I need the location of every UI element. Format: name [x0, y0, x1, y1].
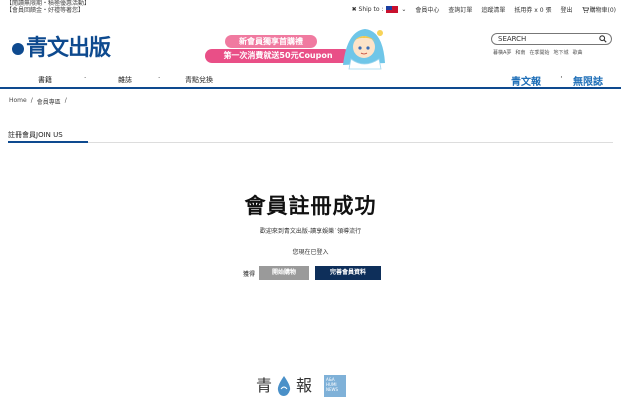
- taiwan-flag-icon: [386, 6, 399, 13]
- badge-line: NEWS: [326, 387, 339, 392]
- nav-item-books[interactable]: 書籍: [38, 75, 52, 85]
- search-icon[interactable]: [599, 35, 607, 43]
- banner-line-1: 新會員獨享首購禮: [225, 35, 317, 48]
- chevron-down-icon: ⌄: [401, 6, 407, 13]
- start-shopping-button[interactable]: 開始購物: [259, 266, 310, 280]
- search-placeholder: SEARCH: [498, 35, 527, 43]
- promo-banner[interactable]: 新會員獨享首購禮 第一次消費就送50元Coupon: [203, 25, 393, 71]
- site-header: 青文出版 新會員獨享首購禮 第一次消費就送50元Coupon SEARCH 暮橫…: [0, 22, 621, 72]
- water-drop-icon: [277, 376, 291, 396]
- nav-divider: ·: [158, 74, 161, 82]
- breadcrumb-separator: /: [30, 97, 33, 104]
- promo-line-1[interactable]: 【閱讀無限期・積極優惠活動】: [6, 0, 90, 7]
- news-badge: A&A HUMI NEWS: [324, 375, 347, 397]
- link-order-query[interactable]: 查詢訂單: [448, 5, 472, 14]
- action-row: 獲得 開始購物 完善會員資料: [243, 266, 382, 280]
- promo-line-2[interactable]: 【會員回饋金・好禮等著您】: [6, 7, 90, 14]
- top-links: ✖ Ship to : ⌄ 會員中心 查詢訂單 追蹤清單 抵用券 x 0 張 登…: [352, 5, 616, 14]
- search-tag[interactable]: 歌曲: [572, 49, 582, 56]
- search-tag[interactable]: 在季開始: [529, 49, 549, 56]
- banner-line-2: 第一次消費就送50元Coupon: [205, 49, 351, 63]
- breadcrumb-member-area[interactable]: 會員專區: [37, 97, 61, 106]
- footer-logo[interactable]: 青 報 A&A HUMI NEWS: [256, 375, 347, 397]
- search-tag[interactable]: 和南: [515, 49, 525, 56]
- nav-item-qingwen-news[interactable]: 青文報: [511, 73, 541, 88]
- ship-to[interactable]: ✖ Ship to : ⌄: [351, 6, 407, 13]
- mascot-illustration: [343, 29, 385, 70]
- cart-link[interactable]: 購物車(0): [581, 5, 617, 14]
- tab-active-indicator: [8, 141, 88, 143]
- main-nav: 書籍 · 雜誌 · 青點兌換 青文報 · 無限誌: [0, 72, 621, 89]
- top-bar: 【閱讀無限期・積極優惠活動】 【會員回饋金・好禮等著您】 ✖ Ship to :…: [0, 0, 621, 22]
- site-logo[interactable]: 青文出版: [12, 36, 111, 61]
- action-prefix: 獲得: [243, 270, 256, 278]
- link-coupons[interactable]: 抵用券 x 0 張: [514, 5, 551, 14]
- nav-item-unlimited-mag[interactable]: 無限誌: [573, 73, 603, 88]
- page-title: 會員註冊成功: [244, 194, 377, 218]
- link-logout[interactable]: 登出: [560, 5, 572, 14]
- breadcrumb-separator: /: [64, 97, 67, 104]
- search-tag[interactable]: 地下城: [553, 49, 568, 56]
- logged-in-text: 您現在已登入: [292, 249, 329, 256]
- footer-logo-left: 青: [256, 376, 273, 395]
- link-member-center[interactable]: 會員中心: [415, 5, 439, 14]
- link-watchlist[interactable]: 追蹤清單: [481, 5, 505, 14]
- search-input[interactable]: SEARCH: [491, 33, 612, 45]
- nav-item-magazines[interactable]: 雜誌: [118, 75, 132, 85]
- logo-circle-icon: [12, 43, 24, 55]
- search-tag[interactable]: 暮橫A夢: [493, 49, 511, 56]
- promo-text[interactable]: 【閱讀無限期・積極優惠活動】 【會員回饋金・好禮等著您】: [6, 0, 90, 14]
- ship-to-label: Ship to :: [358, 6, 384, 13]
- search-tags: 暮橫A夢 和南 在季開始 地下城 歌曲: [493, 49, 582, 56]
- cart-label: 購物車(0): [589, 7, 617, 14]
- nav-divider: ·: [84, 74, 87, 82]
- footer-logo-right: 報: [296, 376, 313, 395]
- breadcrumb: Home / 會員專區 /: [9, 97, 67, 106]
- nav-divider: ·: [560, 73, 563, 83]
- close-icon: ✖: [351, 6, 357, 13]
- welcome-text: 歡迎來到青文出版-讀享娛樂˙領導流行: [259, 228, 362, 235]
- tab-join-us[interactable]: 註冊會員JOIN US: [8, 130, 63, 140]
- nav-item-points[interactable]: 青點兌換: [185, 75, 213, 85]
- cart-icon: [581, 6, 589, 13]
- complete-profile-button[interactable]: 完善會員資料: [315, 266, 382, 280]
- logo-text: 青文出版: [26, 36, 111, 61]
- tab-divider: [8, 142, 613, 143]
- breadcrumb-home[interactable]: Home: [9, 97, 27, 106]
